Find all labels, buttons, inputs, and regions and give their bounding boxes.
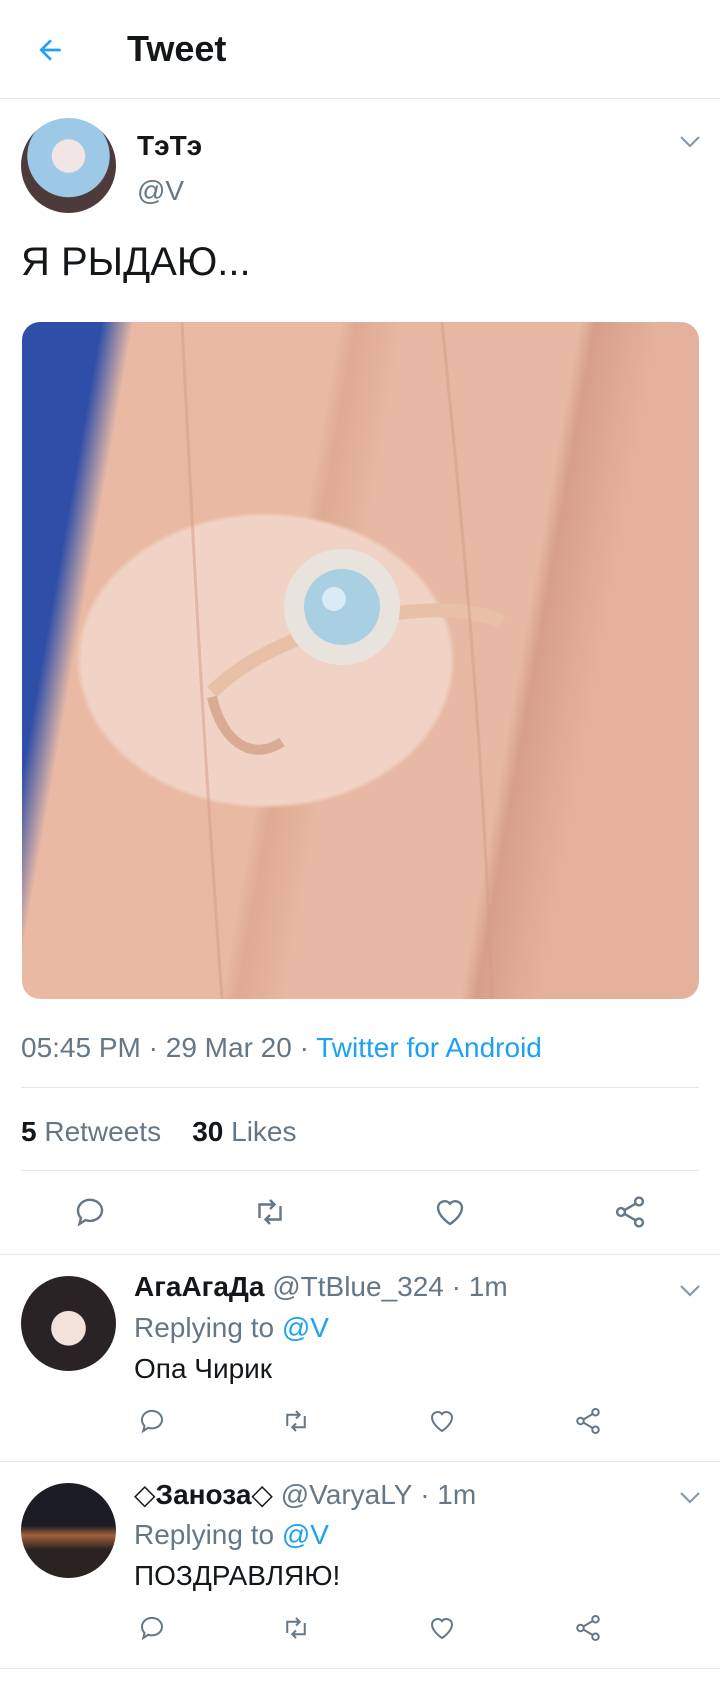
reply-tweet[interactable]: ◇Заноза◇ @VaryaLY · 1m Replying to @V ПО… bbox=[0, 1462, 720, 1668]
tweet-time: 05:45 PM bbox=[21, 1032, 141, 1063]
reply-author: АгаАгаДа @TtBlue_324 · 1m bbox=[134, 1271, 508, 1303]
meta-separator: · bbox=[299, 1032, 317, 1063]
page-title: Tweet bbox=[127, 28, 227, 69]
retweets-stat[interactable]: 5 Retweets bbox=[21, 1116, 161, 1147]
arrow-left-icon bbox=[39, 39, 61, 61]
chevron-down-icon bbox=[680, 1285, 700, 1297]
reply-meta-separator: · bbox=[420, 1479, 430, 1510]
retweets-label: Retweets bbox=[44, 1116, 162, 1147]
author-handle[interactable]: @V bbox=[137, 175, 184, 207]
tweet-stats: 5 Retweets 30 Likes bbox=[21, 1116, 297, 1148]
retweet-icon bbox=[286, 1410, 306, 1432]
reply-button[interactable] bbox=[134, 1403, 170, 1439]
reply-tweet[interactable]: АгаАгаДа @TtBlue_324 · 1m Replying to @V… bbox=[0, 1255, 720, 1461]
retweet-button[interactable] bbox=[248, 1190, 292, 1234]
reply-author-handle[interactable]: @VaryaLY bbox=[281, 1479, 413, 1510]
reply-button[interactable] bbox=[134, 1610, 170, 1646]
tweet-text: Я РЫДАЮ... bbox=[21, 240, 251, 284]
likes-stat[interactable]: 30 Likes bbox=[192, 1116, 296, 1147]
chevron-down-icon bbox=[680, 136, 700, 148]
retweet-icon bbox=[258, 1199, 282, 1225]
share-icon bbox=[576, 1615, 600, 1641]
heart-icon bbox=[430, 1411, 454, 1433]
tweet-meta: 05:45 PM · 29 Mar 20 · Twitter for Andro… bbox=[21, 1032, 542, 1064]
reply-icon bbox=[140, 1616, 163, 1641]
tweet-options-button[interactable] bbox=[675, 132, 705, 152]
replying-to-line: Replying to @V bbox=[134, 1519, 329, 1551]
reply-icon bbox=[76, 1198, 104, 1227]
reply-options-button[interactable] bbox=[675, 1281, 705, 1301]
share-icon bbox=[615, 1196, 645, 1228]
replying-to-line: Replying to @V bbox=[134, 1312, 329, 1344]
heart-icon bbox=[436, 1200, 464, 1226]
likes-count: 30 bbox=[192, 1116, 224, 1147]
heart-icon bbox=[430, 1618, 454, 1640]
reply-meta-separator: · bbox=[451, 1271, 461, 1302]
reply-time: 1m bbox=[437, 1479, 477, 1510]
reply-avatar[interactable] bbox=[21, 1483, 116, 1578]
likes-label: Likes bbox=[231, 1116, 297, 1147]
replying-prefix: Replying to bbox=[134, 1312, 275, 1343]
reply-author-name[interactable]: ◇Заноза◇ bbox=[134, 1479, 273, 1510]
tweet-photo[interactable] bbox=[22, 322, 699, 999]
reply-author-name[interactable]: АгаАгаДа bbox=[134, 1271, 264, 1302]
reply-button[interactable] bbox=[68, 1190, 112, 1234]
meta-separator: · bbox=[148, 1032, 166, 1063]
retweets-count: 5 bbox=[21, 1116, 37, 1147]
reply-author: ◇Заноза◇ @VaryaLY · 1m bbox=[134, 1478, 476, 1511]
like-button[interactable] bbox=[424, 1610, 460, 1646]
back-button[interactable] bbox=[26, 26, 74, 74]
tweet-date: 29 Mar 20 bbox=[165, 1032, 292, 1063]
reply-author-handle[interactable]: @TtBlue_324 bbox=[272, 1271, 444, 1302]
top-bar: Tweet bbox=[0, 0, 720, 99]
replying-prefix: Replying to bbox=[134, 1519, 275, 1550]
reply-text: ПОЗДРАВЛЯЮ! bbox=[134, 1560, 341, 1591]
tweet-source-link[interactable]: Twitter for Android bbox=[316, 1032, 542, 1063]
reply-icon bbox=[140, 1409, 163, 1434]
reply-options-button[interactable] bbox=[675, 1488, 705, 1508]
author-name[interactable]: ТэТэ bbox=[137, 130, 202, 162]
share-button[interactable] bbox=[608, 1190, 652, 1234]
like-button[interactable] bbox=[424, 1403, 460, 1439]
retweet-button[interactable] bbox=[278, 1403, 314, 1439]
replying-to-link[interactable]: @V bbox=[282, 1312, 329, 1343]
author-avatar[interactable] bbox=[21, 118, 116, 213]
divider bbox=[21, 1087, 699, 1088]
share-button[interactable] bbox=[570, 1403, 606, 1439]
chevron-down-icon bbox=[680, 1492, 700, 1504]
reply-text: Опа Чирик bbox=[134, 1353, 273, 1384]
divider bbox=[0, 1668, 720, 1669]
like-button[interactable] bbox=[428, 1190, 472, 1234]
share-icon bbox=[576, 1408, 600, 1434]
share-button[interactable] bbox=[570, 1610, 606, 1646]
ring-photo-illustration bbox=[180, 322, 506, 999]
reply-avatar[interactable] bbox=[21, 1276, 116, 1371]
retweet-button[interactable] bbox=[278, 1610, 314, 1646]
replying-to-link[interactable]: @V bbox=[282, 1519, 329, 1550]
reply-time: 1m bbox=[468, 1271, 508, 1302]
retweet-icon bbox=[286, 1617, 306, 1639]
divider bbox=[21, 1170, 699, 1171]
